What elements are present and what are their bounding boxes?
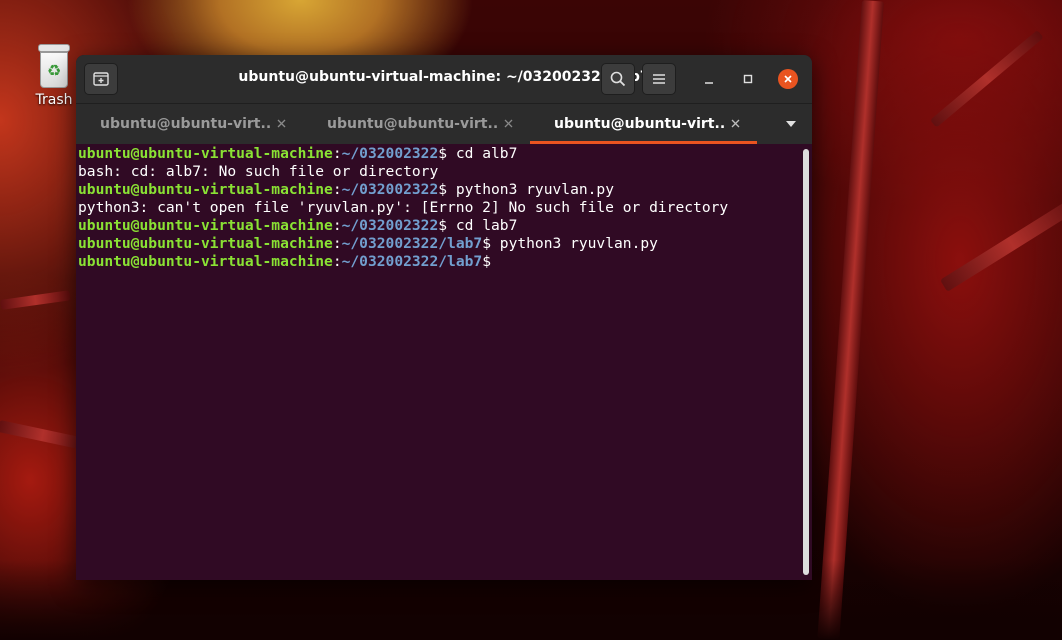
prompt-path: ~/032002322 (341, 217, 439, 234)
wallpaper-stroke (930, 30, 1044, 128)
tab-3-active[interactable]: ubuntu@ubuntu-virt... (530, 104, 757, 144)
tab-close-button[interactable] (727, 115, 743, 131)
prompt-symbol: $ (482, 253, 491, 270)
new-tab-icon (93, 72, 109, 86)
prompt-user: ubuntu@ubuntu-virtual-machine (78, 145, 333, 162)
prompt-path: ~/032002322 (341, 145, 439, 162)
prompt-path: ~/032002322 (341, 181, 439, 198)
chevron-down-icon (786, 121, 796, 127)
prompt-user: ubuntu@ubuntu-virtual-machine (78, 253, 333, 270)
menu-button[interactable] (642, 63, 676, 95)
prompt-separator: : (332, 253, 342, 270)
command-text: cd lab7 (447, 217, 518, 234)
prompt-line: ubuntu@ubuntu-virtual-machine:~/03200232… (78, 217, 802, 235)
close-button[interactable] (778, 69, 798, 89)
prompt-path: ~/032002322/lab7 (341, 235, 483, 252)
wallpaper-stroke (0, 290, 71, 310)
tab-label: ubuntu@ubuntu-virt... (554, 116, 724, 132)
desktop-icon-trash[interactable]: ♻ Trash (28, 44, 80, 108)
new-tab-button[interactable] (84, 63, 118, 95)
tab-bar: ubuntu@ubuntu-virt... ubuntu@ubuntu-virt… (76, 103, 812, 144)
prompt-separator: : (332, 145, 342, 162)
minimize-icon (705, 82, 713, 84)
trash-icon: ♻ (36, 44, 72, 90)
hamburger-menu-icon (653, 74, 665, 84)
prompt-separator: : (332, 235, 342, 252)
tab-2[interactable]: ubuntu@ubuntu-virt... (303, 104, 530, 144)
maximize-button[interactable] (738, 69, 758, 89)
tab-1[interactable]: ubuntu@ubuntu-virt... (76, 104, 303, 144)
tab-close-button[interactable] (500, 115, 516, 131)
prompt-user: ubuntu@ubuntu-virtual-machine (78, 217, 333, 234)
tab-label: ubuntu@ubuntu-virt... (327, 116, 497, 132)
close-icon (784, 75, 792, 83)
output-line: bash: cd: alb7: No such file or director… (78, 163, 439, 180)
prompt-symbol: $ (482, 235, 491, 252)
wallpaper-stroke (0, 420, 89, 451)
terminal-window: ubuntu@ubuntu-virtual-machine: ~/0320023… (76, 55, 812, 580)
command-text: python3 ryuvlan.py (447, 181, 614, 198)
desktop-icon-label: Trash (35, 92, 73, 108)
close-icon (731, 119, 739, 127)
prompt-user: ubuntu@ubuntu-virtual-machine (78, 235, 333, 252)
tab-close-button[interactable] (273, 115, 289, 131)
close-icon (504, 119, 512, 127)
prompt-line: ubuntu@ubuntu-virtual-machine:~/03200232… (78, 181, 802, 199)
wallpaper-stroke (817, 0, 884, 640)
search-button[interactable] (601, 63, 635, 95)
minimize-button[interactable] (699, 69, 719, 89)
prompt-separator: : (332, 181, 342, 198)
prompt-symbol: $ (438, 181, 448, 198)
tab-label: ubuntu@ubuntu-virt... (100, 116, 270, 132)
prompt-path: ~/032002322/lab7 (341, 253, 483, 270)
scrollbar[interactable] (803, 149, 809, 575)
prompt-separator: : (332, 217, 342, 234)
output-line: python3: can't open file 'ryuvlan.py': [… (78, 199, 729, 216)
title-bar[interactable]: ubuntu@ubuntu-virtual-machine: ~/0320023… (76, 55, 812, 103)
search-icon (610, 71, 626, 87)
prompt-line: ubuntu@ubuntu-virtual-machine:~/03200232… (78, 145, 802, 163)
close-icon (277, 119, 285, 127)
terminal-output[interactable]: ubuntu@ubuntu-virtual-machine:~/03200232… (76, 145, 802, 580)
tabs-dropdown-button[interactable] (782, 116, 800, 132)
prompt-symbol: $ (438, 217, 448, 234)
prompt-line: ubuntu@ubuntu-virtual-machine:~/03200232… (78, 253, 802, 271)
wallpaper-stroke (940, 195, 1062, 292)
prompt-line: ubuntu@ubuntu-virtual-machine:~/03200232… (78, 235, 802, 253)
prompt-symbol: $ (438, 145, 448, 162)
command-text: cd alb7 (447, 145, 518, 162)
prompt-user: ubuntu@ubuntu-virtual-machine (78, 181, 333, 198)
command-text: python3 ryuvlan.py (491, 235, 658, 252)
maximize-icon (743, 74, 753, 84)
